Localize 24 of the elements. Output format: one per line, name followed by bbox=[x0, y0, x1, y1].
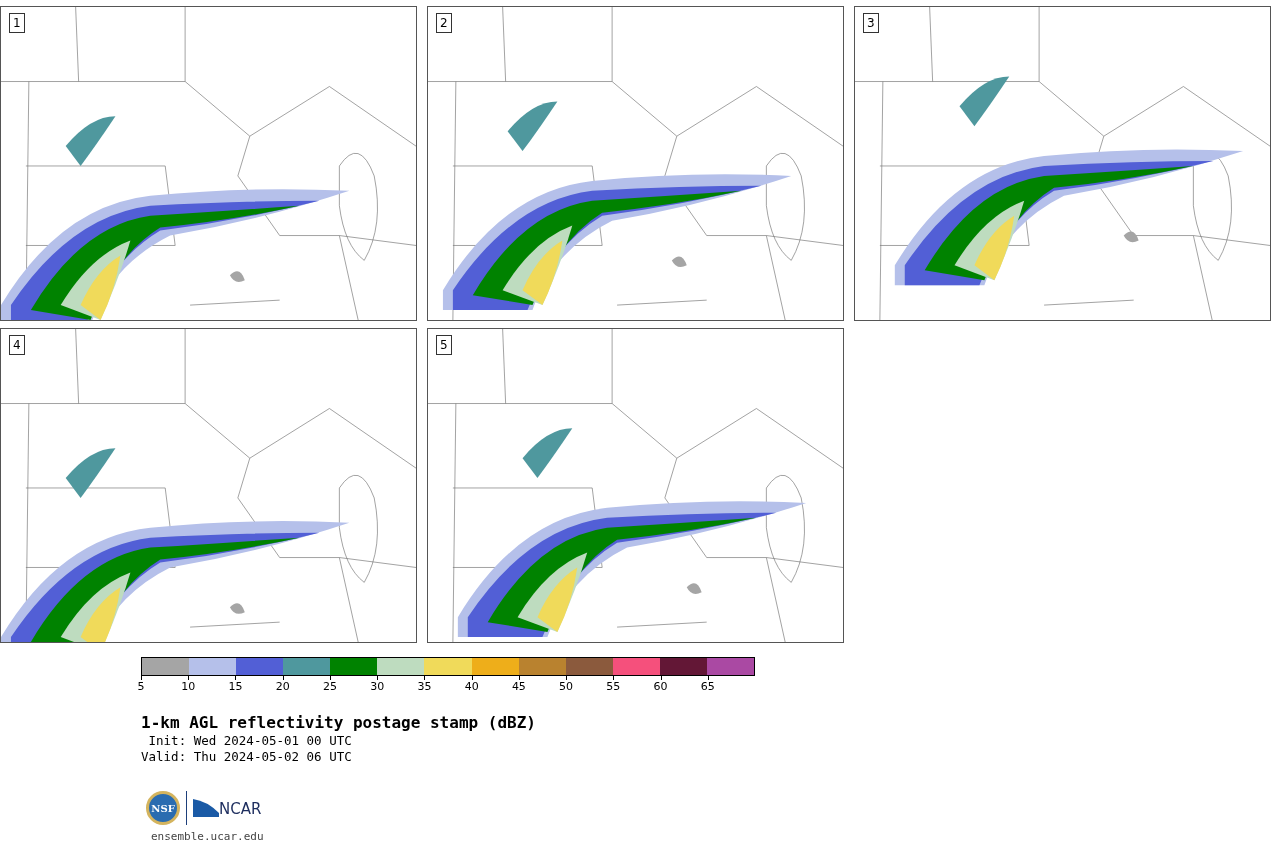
colorbar-tick-label: 45 bbox=[511, 680, 526, 694]
chart-title: 1-km AGL reflectivity postage stamp (dBZ) bbox=[141, 713, 537, 733]
colorbar-tick-label: 40 bbox=[464, 680, 479, 694]
init-time: Init: Wed 2024-05-01 00 UTC bbox=[147, 733, 353, 749]
panel-number: 2 bbox=[436, 13, 452, 33]
colorbar-tick-label: 60 bbox=[653, 680, 668, 694]
panel-number: 3 bbox=[863, 13, 879, 33]
colorbar-tick-label: 25 bbox=[322, 680, 337, 694]
colorbar-tick-label: 30 bbox=[370, 680, 385, 694]
colorbar-tick-label: 55 bbox=[606, 680, 621, 694]
panel-number: 4 bbox=[9, 335, 25, 355]
panel-number: 1 bbox=[9, 13, 25, 33]
colorbar-tick-label: 10 bbox=[181, 680, 196, 694]
colorbar-tick-label: 5 bbox=[137, 680, 145, 694]
colorbar-tick-label: 20 bbox=[275, 680, 290, 694]
colorbar-tick-label: 65 bbox=[700, 680, 715, 694]
colorbar-tick-label: 15 bbox=[228, 680, 243, 694]
colorbar-tick-label: 50 bbox=[559, 680, 574, 694]
colorbar-tick-label: 35 bbox=[417, 680, 432, 694]
panel-number: 5 bbox=[436, 335, 452, 355]
nsf-logo: NSF bbox=[146, 791, 180, 825]
ncar-logo: NCAR bbox=[193, 799, 262, 817]
website-url: ensemble.ucar.edu bbox=[151, 829, 265, 844]
valid-time: Valid: Thu 2024-05-02 06 UTC bbox=[141, 749, 353, 765]
